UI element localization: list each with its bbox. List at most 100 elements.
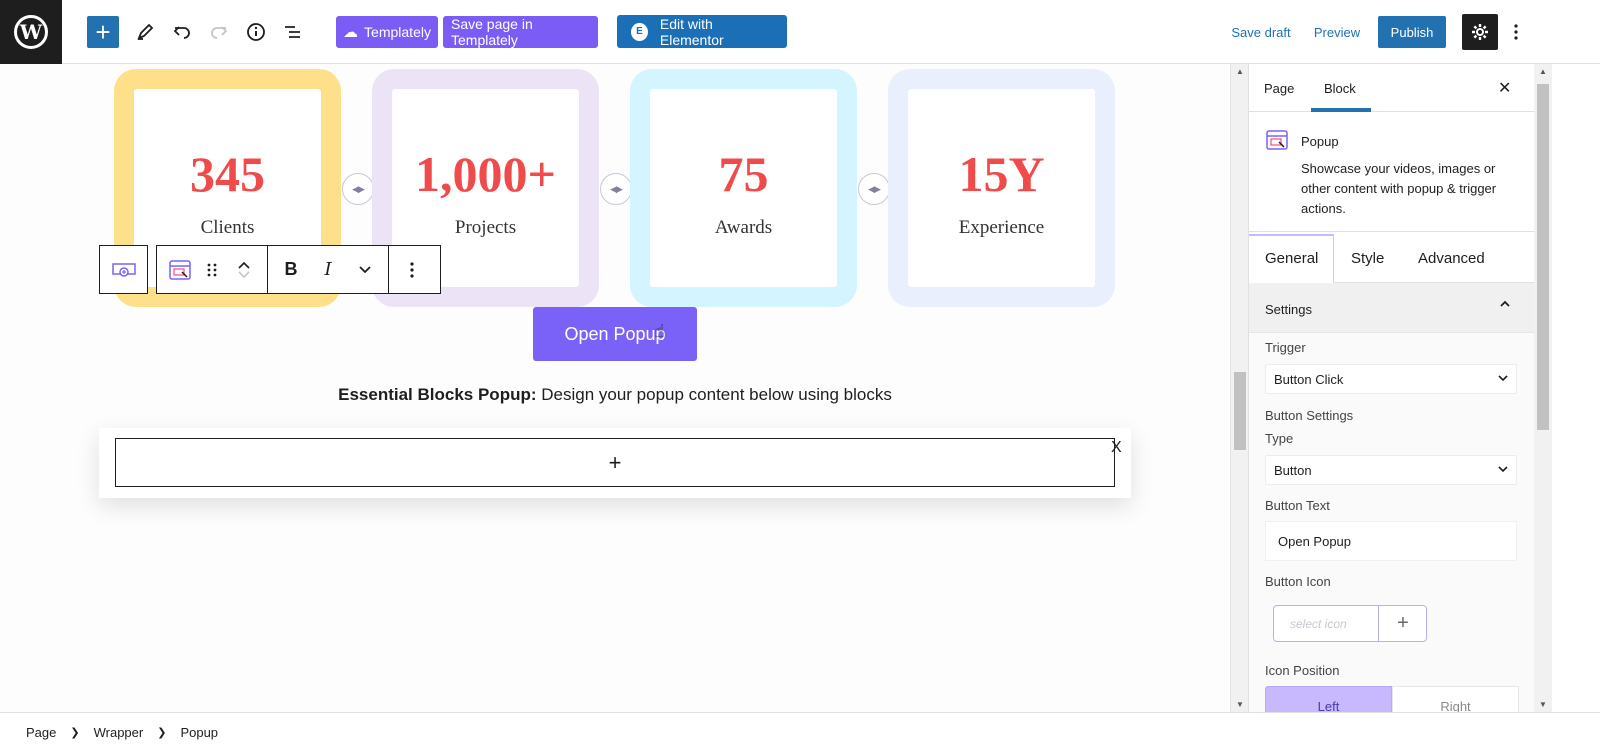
tab-block-label: Block — [1324, 81, 1356, 96]
more-formatting-button[interactable] — [342, 246, 388, 293]
chevron-right-icon: ❯ — [157, 727, 167, 739]
scrollbar-thumb[interactable] — [1234, 372, 1246, 450]
trigger-select[interactable]: Button Click — [1265, 364, 1517, 394]
breadcrumb-item-popup[interactable]: Popup — [180, 725, 218, 740]
publish-button[interactable]: Publish — [1378, 16, 1446, 48]
tools-button[interactable] — [129, 16, 161, 48]
scroll-down-arrow-icon[interactable]: ▼ — [1534, 700, 1552, 709]
counter-number: 1,000+ — [415, 146, 556, 202]
scroll-down-arrow-icon[interactable]: ▼ — [1231, 700, 1249, 709]
caption-bold: Essential Blocks Popup: — [338, 385, 537, 404]
preview-label: Preview — [1313, 24, 1361, 40]
popup-content-area: + — [99, 428, 1131, 498]
bold-button[interactable]: B — [268, 246, 314, 293]
settings-button[interactable] — [1462, 14, 1498, 50]
open-popup-button[interactable]: Open Popup — [533, 307, 697, 361]
list-view-button[interactable] — [277, 16, 309, 48]
save-draft-label: Save draft — [1231, 24, 1291, 40]
gear-icon — [1472, 24, 1488, 40]
counter-card-awards[interactable]: 75 Awards — [630, 69, 857, 307]
block-toolbar: B I — [99, 245, 441, 294]
icon-position-right-button[interactable]: Right — [1392, 686, 1519, 712]
add-block-appender[interactable]: + — [115, 438, 1115, 487]
info-icon — [247, 23, 265, 41]
icon-position-left-button[interactable]: Left — [1265, 686, 1392, 712]
type-label: Type — [1265, 431, 1294, 446]
column-resize-handle[interactable]: ◀▶ — [858, 173, 890, 205]
drag-handle[interactable] — [203, 246, 221, 293]
chevron-down-icon[interactable] — [237, 270, 251, 280]
templately-label: Templately — [364, 24, 431, 40]
tab-general[interactable]: General — [1265, 250, 1318, 267]
pos-right-label: Right — [1440, 698, 1471, 713]
chevron-down-icon — [1498, 374, 1508, 385]
options-button[interactable] — [1502, 16, 1530, 48]
block-type-button[interactable] — [157, 246, 203, 293]
parent-block-selector[interactable] — [99, 245, 148, 294]
close-icon: ✕ — [1498, 80, 1512, 97]
popup-block-icon — [1266, 130, 1288, 150]
save-in-templately-button[interactable]: Save page in Templately — [443, 16, 598, 48]
more-vertical-icon — [410, 261, 414, 278]
cloud-icon: ☁ — [343, 24, 359, 41]
publish-label: Publish — [1390, 24, 1434, 40]
templately-button[interactable]: ☁ Templately — [336, 16, 438, 48]
tab-advanced[interactable]: Advanced — [1418, 250, 1485, 267]
chevron-up-icon[interactable] — [237, 260, 251, 270]
counter-label: Clients — [200, 217, 255, 238]
sidebar-scrollbar[interactable]: ▲ ▼ — [1534, 64, 1552, 712]
type-select[interactable]: Button — [1265, 455, 1517, 485]
pos-left-label: Left — [1317, 698, 1340, 713]
edit-with-elementor-button[interactable]: E Edit with Elementor — [617, 15, 787, 48]
counter-number: 15Y — [958, 146, 1045, 202]
breadcrumb-item-page[interactable]: Page — [26, 725, 56, 740]
counter-card-experience[interactable]: 15Y Experience — [888, 69, 1115, 307]
icon-picker[interactable]: select icon + — [1273, 605, 1427, 642]
wrapper-block-icon — [111, 262, 136, 277]
redo-icon — [211, 26, 228, 39]
button-text-input[interactable]: Open Popup — [1265, 521, 1517, 561]
tab-style[interactable]: Style — [1351, 250, 1384, 267]
block-options-button[interactable] — [389, 246, 435, 293]
tab-page[interactable]: Page — [1264, 81, 1294, 96]
italic-icon: I — [324, 259, 332, 280]
scroll-up-arrow-icon[interactable]: ▲ — [1534, 67, 1552, 76]
redo-button[interactable] — [203, 16, 235, 48]
chevron-down-icon — [359, 265, 371, 273]
list-view-icon — [285, 26, 300, 38]
editor-canvas[interactable]: 345 Clients ◀▶ 1,000+ Projects ◀▶ 75 Awa… — [0, 64, 1230, 712]
column-resize-handle[interactable]: ◀▶ — [600, 173, 632, 205]
tab-block[interactable]: Block — [1324, 81, 1356, 96]
sidebar-tabs: Page Block ✕ — [1249, 64, 1534, 112]
trigger-value: Button Click — [1274, 371, 1344, 387]
button-text-value: Open Popup — [1278, 533, 1352, 549]
chevron-down-icon — [1498, 465, 1508, 476]
move-block-buttons[interactable] — [221, 246, 267, 293]
block-title: Popup — [1301, 134, 1339, 149]
drag-icon — [207, 263, 217, 276]
add-block-button[interactable]: + — [87, 16, 119, 48]
elementor-label: Edit with Elementor — [659, 15, 724, 48]
scroll-up-arrow-icon[interactable]: ▲ — [1231, 67, 1249, 76]
column-resize-handle[interactable]: ◀▶ — [342, 173, 374, 205]
undo-button[interactable] — [166, 16, 198, 48]
settings-panel-header[interactable]: Settings — [1249, 283, 1534, 333]
wordpress-logo-icon: W — [14, 15, 48, 49]
popup-close-button[interactable]: X — [1111, 439, 1122, 457]
scrollbar-thumb[interactable] — [1537, 84, 1549, 430]
close-sidebar-button[interactable]: ✕ — [1498, 78, 1511, 98]
save-in-templately-label: Save page in Templately — [451, 16, 533, 48]
block-card: Popup Showcase your videos, images or ot… — [1249, 112, 1534, 232]
preview-button[interactable]: Preview — [1313, 16, 1361, 48]
details-button[interactable] — [240, 16, 272, 48]
block-description: Showcase your videos, images or other co… — [1301, 161, 1497, 216]
breadcrumb-item-wrapper[interactable]: Wrapper — [94, 725, 144, 740]
popup-caption: Essential Blocks Popup: Design your popu… — [0, 385, 1230, 405]
button-settings-label: Button Settings — [1265, 408, 1354, 423]
wordpress-logo-button[interactable]: W — [0, 0, 62, 64]
save-draft-button[interactable]: Save draft — [1231, 16, 1291, 48]
counter-number: 75 — [718, 146, 769, 202]
add-icon-button[interactable]: + — [1378, 606, 1427, 641]
canvas-scrollbar[interactable]: ▲ ▼ — [1230, 64, 1248, 712]
italic-button[interactable]: I — [314, 246, 342, 293]
